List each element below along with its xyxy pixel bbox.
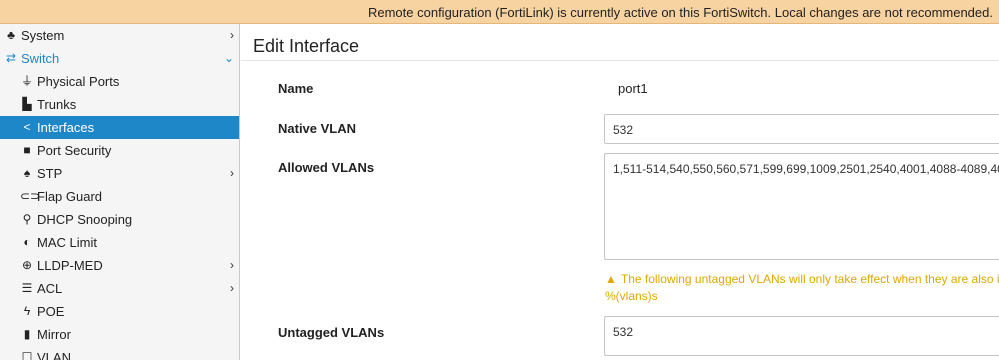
sidebar-item-label: Port Security — [37, 143, 112, 158]
main-content: Edit Interface Name port1 Native VLAN 53… — [241, 24, 999, 360]
sidebar-item-label: Mirror — [37, 327, 71, 342]
sidebar-item-label: Switch — [21, 51, 60, 66]
switch-arrows-icon: ⇄ — [5, 51, 17, 65]
half-circle-icon: ◐ — [23, 235, 31, 249]
sidebar-nav: ♣ System › ⇄ Switch ⌄ ⏚ Physical Ports ▙ Trunks < I… — [0, 24, 240, 360]
page-title: Edit Interface — [253, 36, 360, 56]
chevron-right-icon[interactable]: › — [230, 277, 234, 300]
bolt-icon: ϟ — [23, 304, 31, 318]
sidebar-item-label: STP — [37, 166, 63, 181]
sidebar-item-label: MAC Limit — [37, 235, 97, 250]
sidebar-item-stp[interactable]: ♠ STP › — [0, 162, 239, 185]
sidebar-item-label: ACL — [37, 281, 63, 296]
warning-text-line2: %(vlans)s — [605, 289, 658, 303]
chevron-right-icon[interactable]: › — [230, 162, 234, 185]
chevron-right-icon[interactable]: › — [230, 254, 234, 277]
untagged-vlans-label: Untagged VLANs — [278, 325, 385, 340]
search-icon: ⚲ — [22, 212, 32, 226]
sidebar-item-mac-limit[interactable]: ◐ MAC Limit — [0, 231, 239, 254]
banner-message: Remote configuration (FortiLink) is curr… — [367, 5, 993, 20]
sidebar-item-port-security[interactable]: ■ Port Security — [0, 139, 239, 162]
sidebar-item-acl[interactable]: ☰ ACL › — [0, 277, 239, 300]
sitemap-icon: ♣ — [7, 28, 15, 42]
sidebar-item-dhcp-snooping[interactable]: ⚲ DHCP Snooping — [0, 208, 239, 231]
allowed-vlans-label: Allowed VLANs — [278, 160, 375, 175]
sidebar-item-switch[interactable]: ⇄ Switch ⌄ — [0, 47, 239, 70]
sidebar-item-label: Trunks — [37, 97, 77, 112]
sidebar-item-label: DHCP Snooping — [37, 212, 133, 227]
name-label: Name — [278, 81, 314, 96]
native-vlan-field[interactable]: 532 — [604, 114, 999, 144]
vlan-icon: ☐ — [21, 350, 33, 360]
sidebar-item-vlan[interactable]: ☐ VLAN — [0, 346, 239, 360]
sidebar-item-mirror[interactable]: ▮ Mirror — [0, 323, 239, 346]
sidebar-item-label: Flap Guard — [37, 189, 103, 204]
allowed-vlans-textarea[interactable]: 1,511-514,540,550,560,571,599,699,1009,2… — [604, 153, 999, 260]
sidebar-item-interfaces[interactable]: < Interfaces — [0, 116, 239, 139]
plug-icon: ⏚ — [20, 74, 33, 88]
zoom-icon: ⊕ — [21, 258, 33, 272]
name-value: port1 — [618, 81, 648, 96]
share-icon: < — [23, 120, 31, 134]
warning-text-line1: The following untagged VLANs will only t… — [620, 272, 999, 286]
sidebar-item-label: POE — [37, 304, 65, 319]
list-icon: ☰ — [21, 281, 33, 295]
sidebar-item-label: Physical Ports — [37, 74, 120, 89]
toggle-icon: ⊂⊃ — [20, 189, 41, 203]
mirror-icon: ▮ — [23, 327, 31, 341]
trunk-icon: ▙ — [22, 97, 32, 111]
lock-icon: ■ — [23, 143, 31, 157]
untagged-vlans-field[interactable]: 532 — [604, 316, 999, 356]
sidebar-item-trunks[interactable]: ▙ Trunks — [0, 93, 239, 116]
untagged-vlan-warning: ▲ The following untagged VLANs will only … — [605, 271, 999, 305]
tree-icon: ♠ — [23, 166, 31, 180]
chevron-down-icon[interactable]: ⌄ — [224, 47, 234, 70]
sidebar-item-lldp-med[interactable]: ⊕ LLDP-MED › — [0, 254, 239, 277]
sidebar-item-flap-guard[interactable]: ⊂⊃Flap Guard — [0, 185, 239, 208]
sidebar-item-label: Interfaces — [37, 120, 95, 135]
sidebar-item-physical-ports[interactable]: ⏚ Physical Ports — [0, 70, 239, 93]
warning-triangle-icon: ▲ — [605, 272, 617, 286]
sidebar-item-poe[interactable]: ϟ POE — [0, 300, 239, 323]
remote-config-banner: Remote configuration (FortiLink) is curr… — [0, 0, 999, 24]
sidebar-item-label: LLDP-MED — [37, 258, 103, 273]
native-vlan-label: Native VLAN — [278, 121, 357, 136]
sidebar-item-label: VLAN — [37, 350, 71, 360]
title-divider — [241, 60, 999, 61]
chevron-right-icon[interactable]: › — [230, 24, 234, 47]
sidebar-item-system[interactable]: ♣ System › — [0, 24, 239, 47]
sidebar-item-label: System — [21, 28, 65, 43]
